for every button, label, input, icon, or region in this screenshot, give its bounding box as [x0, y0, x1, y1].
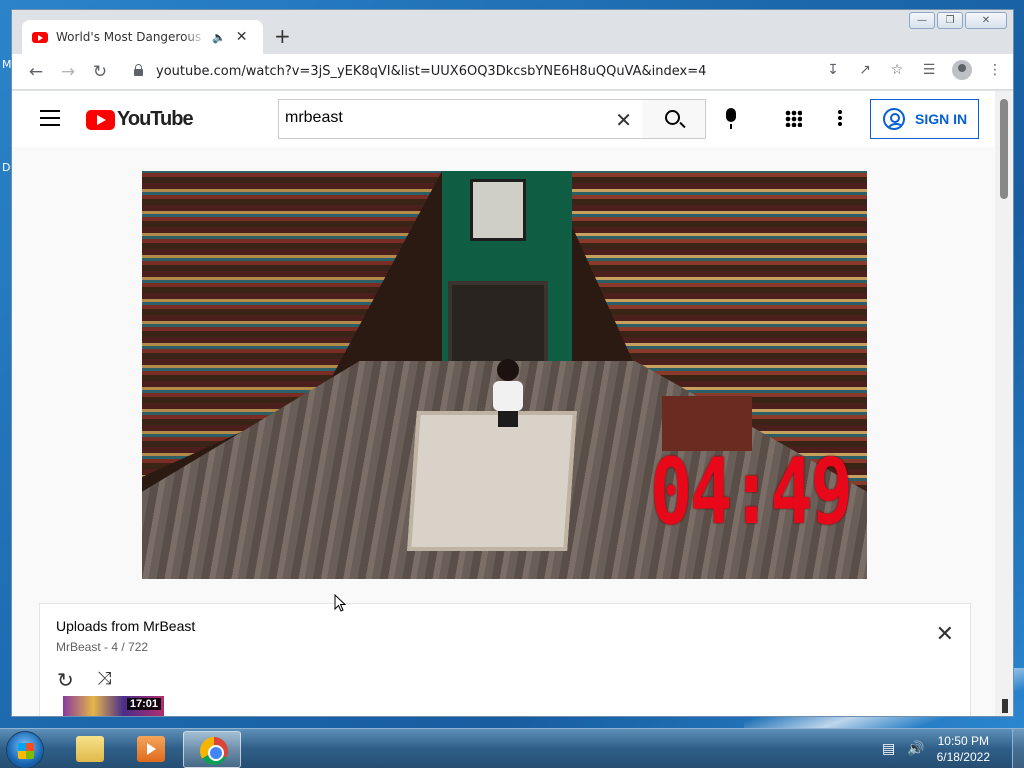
tab-strip: World's Most Dangerous Esc 🔈 ✕ + — ❐ ✕ — [12, 10, 1013, 54]
clock-time: 10:50 PM — [937, 734, 989, 748]
playlist-title[interactable]: Uploads from MrBeast — [56, 618, 195, 634]
youtube-logo[interactable]: YouTube — [86, 108, 194, 131]
youtube-favicon-icon — [32, 31, 48, 43]
video-countdown-timer: 04:49 — [650, 438, 853, 546]
video-frame-rug — [407, 411, 577, 551]
user-circle-icon — [883, 108, 905, 130]
omnibox-actions: ↧ ↗ ☆ ☰ ⋮ — [824, 60, 1004, 80]
speaker-icon[interactable]: 🔈 — [212, 31, 226, 44]
browser-toolbar: ← → ↻ youtube.com/watch?v=3jS_yEK8qVI&li… — [12, 54, 1013, 90]
forward-arrow-icon[interactable]: → — [57, 61, 79, 83]
browser-menu-icon[interactable]: ⋮ — [986, 60, 1004, 80]
media-control-icon[interactable]: ☰ — [920, 60, 938, 80]
sign-in-label: SIGN IN — [915, 111, 968, 127]
clear-search-icon[interactable]: ✕ — [615, 108, 632, 132]
taskbar-explorer-button[interactable] — [60, 731, 118, 768]
video-duration-badge: 17:01 — [126, 698, 161, 710]
apps-grid-icon[interactable] — [785, 110, 802, 127]
share-icon[interactable]: ↗ — [856, 60, 874, 80]
chrome-icon — [200, 737, 228, 765]
restore-button[interactable]: ❐ — [937, 12, 963, 29]
file-explorer-icon — [76, 736, 104, 762]
url-text[interactable]: youtube.com/watch?v=3jS_yEK8qVI&list=UUX… — [156, 64, 706, 79]
youtube-logo-text: YouTube — [117, 108, 194, 130]
youtube-play-logo-icon — [86, 109, 115, 130]
page-scrollbar[interactable] — [995, 91, 1013, 716]
settings-more-icon[interactable] — [838, 109, 842, 127]
desktop-edge-text: D — [2, 161, 11, 174]
playlist-video-thumbnail[interactable]: 17:01 — [63, 696, 164, 716]
video-player[interactable]: 04:49 — [142, 171, 867, 579]
search-icon — [665, 110, 680, 125]
browser-window: World's Most Dangerous Esc 🔈 ✕ + — ❐ ✕ ←… — [11, 9, 1014, 717]
tab-close-icon[interactable]: ✕ — [236, 29, 248, 45]
volume-icon[interactable]: 🔊 — [907, 741, 924, 757]
show-desktop-button[interactable] — [1012, 729, 1024, 768]
search-query-text[interactable]: mrbeast — [285, 109, 343, 127]
sign-in-button[interactable]: SIGN IN — [870, 99, 979, 139]
youtube-header: YouTube mrbeast ✕ SIGN IN — [12, 91, 996, 147]
lock-icon[interactable] — [134, 64, 143, 76]
new-tab-button[interactable]: + — [274, 24, 291, 48]
reload-icon[interactable]: ↻ — [89, 61, 111, 83]
taskbar-media-player-button[interactable] — [121, 731, 179, 768]
start-button[interactable] — [6, 731, 44, 768]
system-clock[interactable]: 10:50 PM 6/18/2022 — [937, 733, 990, 765]
taskbar: ▤ 🔊 10:50 PM 6/18/2022 — [0, 728, 1024, 768]
tab-title: World's Most Dangerous Esc — [56, 30, 206, 44]
video-frame-fireplace — [448, 281, 548, 371]
media-player-icon — [137, 736, 165, 762]
microphone-icon[interactable] — [726, 108, 736, 129]
address-bar[interactable]: youtube.com/watch?v=3jS_yEK8qVI&list=UUX… — [124, 58, 1004, 86]
playlist-scrollbar-thumb[interactable] — [1002, 699, 1008, 713]
youtube-page: YouTube mrbeast ✕ SIGN IN 04:49 Uploads … — [12, 91, 996, 716]
profile-avatar-icon[interactable] — [952, 60, 972, 80]
playlist-subtitle: MrBeast - 4 / 722 — [56, 640, 149, 654]
close-window-button[interactable]: ✕ — [965, 12, 1007, 29]
hamburger-menu-icon[interactable] — [40, 110, 60, 126]
loop-playlist-icon[interactable]: ↻ — [57, 668, 74, 692]
system-tray: ▤ 🔊 10:50 PM 6/18/2022 — [882, 729, 1024, 768]
window-controls: — ❐ ✕ — [909, 12, 1007, 29]
search-input[interactable]: mrbeast ✕ — [278, 99, 643, 139]
windows-logo-icon — [18, 743, 34, 759]
scrollbar-thumb[interactable] — [1000, 99, 1008, 199]
browser-tab[interactable]: World's Most Dangerous Esc 🔈 ✕ — [22, 20, 263, 54]
network-icon[interactable]: ▤ — [882, 741, 895, 757]
search-button[interactable] — [642, 99, 706, 139]
bookmark-star-icon[interactable]: ☆ — [888, 60, 906, 80]
minimize-button[interactable]: — — [909, 12, 935, 29]
shuffle-playlist-icon[interactable]: ⤨ — [97, 668, 111, 689]
video-frame-person — [488, 359, 528, 429]
back-arrow-icon[interactable]: ← — [25, 61, 47, 83]
taskbar-chrome-button[interactable] — [183, 731, 241, 768]
install-app-icon[interactable]: ↧ — [824, 60, 842, 80]
playlist-close-icon[interactable]: ✕ — [936, 622, 954, 647]
clock-date: 6/18/2022 — [936, 750, 990, 764]
video-frame-portrait — [470, 179, 526, 241]
playlist-panel: Uploads from MrBeast MrBeast - 4 / 722 ✕… — [39, 603, 971, 716]
